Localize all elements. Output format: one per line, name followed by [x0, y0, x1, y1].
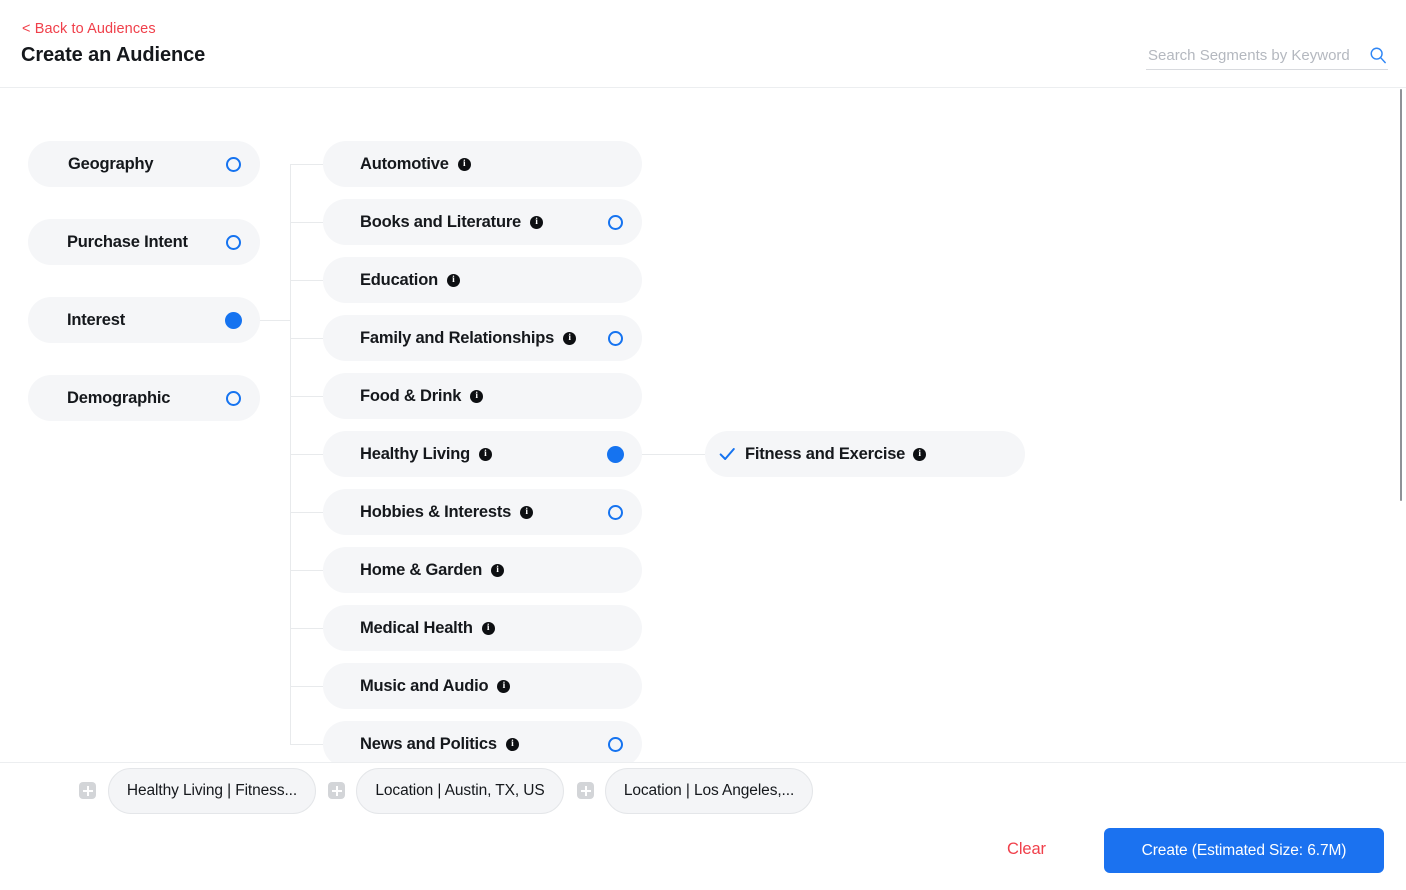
category-label: Demographic [67, 388, 171, 407]
checkmark-icon [719, 448, 735, 460]
sidebar-item-purchase-intent[interactable]: Purchase Intent [28, 219, 260, 265]
selected-segment-chip[interactable]: Healthy Living | Fitness... [108, 768, 316, 814]
back-to-audiences-link[interactable]: < Back to Audiences [22, 21, 156, 37]
info-icon[interactable]: i [497, 679, 511, 693]
segment-item-family-and-relationships[interactable]: Family and Relationships i [323, 315, 642, 361]
radio-ring-icon[interactable] [608, 736, 623, 752]
radio-selected-icon[interactable] [225, 311, 242, 329]
segment-item-music-and-audio[interactable]: Music and Audio i [323, 663, 642, 709]
info-icon[interactable]: i [530, 215, 544, 229]
connector-branch [290, 222, 323, 223]
segment-item-home-and-garden[interactable]: Home & Garden i [323, 547, 642, 593]
segment-label: Medical Health [360, 618, 473, 637]
segment-label: Healthy Living [360, 444, 470, 463]
radio-ring-icon[interactable] [226, 234, 241, 250]
category-label: Interest [67, 310, 126, 329]
segment-item-books-and-literature[interactable]: Books and Literature i [323, 199, 642, 245]
connector-branch [290, 454, 323, 455]
segment-item-hobbies-and-interests[interactable]: Hobbies & Interests i [323, 489, 642, 535]
chip-label: Location | Los Angeles,... [623, 782, 795, 799]
info-icon[interactable]: i [478, 447, 492, 461]
page-title: Create an Audience [21, 44, 206, 66]
segment-item-automotive[interactable]: Automotive i [323, 141, 642, 187]
page-header: < Back to Audiences Create an Audience [0, 0, 1406, 88]
create-audience-button[interactable]: Create (Estimated Size: 6.7M) [1104, 828, 1384, 873]
connector-branch [290, 512, 323, 513]
segment-item-fitness-and-exercise[interactable]: Fitness and Exercise i [705, 431, 1025, 477]
info-icon[interactable]: i [446, 273, 460, 287]
info-icon[interactable]: i [470, 389, 484, 403]
radio-ring-icon[interactable] [608, 330, 623, 346]
plus-icon[interactable] [328, 782, 345, 799]
plus-icon[interactable] [79, 782, 96, 799]
segment-item-healthy-living[interactable]: Healthy Living i [323, 431, 642, 477]
segment-label: Fitness and Exercise [745, 444, 906, 463]
category-label: Purchase Intent [67, 232, 188, 251]
radio-ring-icon[interactable] [226, 390, 241, 406]
selected-segment-chip[interactable]: Location | Los Angeles,... [605, 768, 813, 814]
segment-tree-canvas: Geography Purchase Intent Interest Demog… [0, 89, 1406, 762]
connector-healthy-living-to-fitness [637, 454, 705, 455]
radio-selected-icon[interactable] [607, 445, 624, 463]
vertical-scrollbar-track[interactable] [1399, 89, 1404, 762]
connector-branch [290, 396, 323, 397]
chip-label: Location | Austin, TX, US [375, 782, 545, 799]
info-icon[interactable]: i [913, 447, 927, 461]
segment-label: Hobbies & Interests [360, 502, 512, 521]
search-icon[interactable] [1369, 46, 1387, 64]
info-icon[interactable]: i [457, 157, 471, 171]
segment-label: Education [360, 270, 438, 289]
segment-label: News and Politics [360, 734, 497, 753]
radio-ring-icon[interactable] [226, 156, 241, 172]
segment-item-food-and-drink[interactable]: Food & Drink i [323, 373, 642, 419]
audience-action-bar: Clear Create (Estimated Size: 6.7M) [0, 828, 1406, 890]
info-icon[interactable]: i [520, 505, 534, 519]
segment-item-education[interactable]: Education i [323, 257, 642, 303]
segment-item-news-and-politics[interactable]: News and Politics i [323, 721, 642, 762]
radio-ring-icon[interactable] [608, 504, 623, 520]
connector-branch [290, 628, 323, 629]
sidebar-item-geography[interactable]: Geography [28, 141, 260, 187]
connector-branch [290, 164, 323, 165]
segment-item-medical-health[interactable]: Medical Health i [323, 605, 642, 651]
segment-label: Family and Relationships [360, 328, 555, 347]
selected-segments-bar: Healthy Living | Fitness... Location | A… [0, 762, 1406, 828]
chip-label: Healthy Living | Fitness... [126, 782, 298, 799]
category-label: Geography [68, 154, 154, 173]
selected-segment-chip[interactable]: Location | Austin, TX, US [356, 768, 564, 814]
connector-branch [290, 280, 323, 281]
sidebar-item-interest[interactable]: Interest [28, 297, 260, 343]
connector-branch [290, 744, 323, 745]
info-icon[interactable]: i [563, 331, 577, 345]
clear-button[interactable]: Clear [1007, 840, 1046, 859]
segment-label: Home & Garden [360, 560, 483, 579]
info-icon[interactable]: i [481, 621, 495, 635]
search-input[interactable] [1146, 43, 1361, 67]
vertical-scrollbar-thumb[interactable] [1400, 89, 1402, 501]
segment-label: Food & Drink [360, 386, 462, 405]
radio-ring-icon[interactable] [608, 214, 623, 230]
segment-label: Music and Audio [360, 676, 489, 695]
search-segments-field [1146, 43, 1388, 70]
info-icon[interactable]: i [491, 563, 505, 577]
segment-label: Books and Literature [360, 212, 522, 231]
connector-branch [290, 686, 323, 687]
connector-branch [290, 570, 323, 571]
sidebar-item-demographic[interactable]: Demographic [28, 375, 260, 421]
info-icon[interactable]: i [505, 737, 519, 751]
plus-icon[interactable] [577, 782, 594, 799]
connector-branch [290, 338, 323, 339]
segment-label: Automotive [360, 154, 449, 173]
